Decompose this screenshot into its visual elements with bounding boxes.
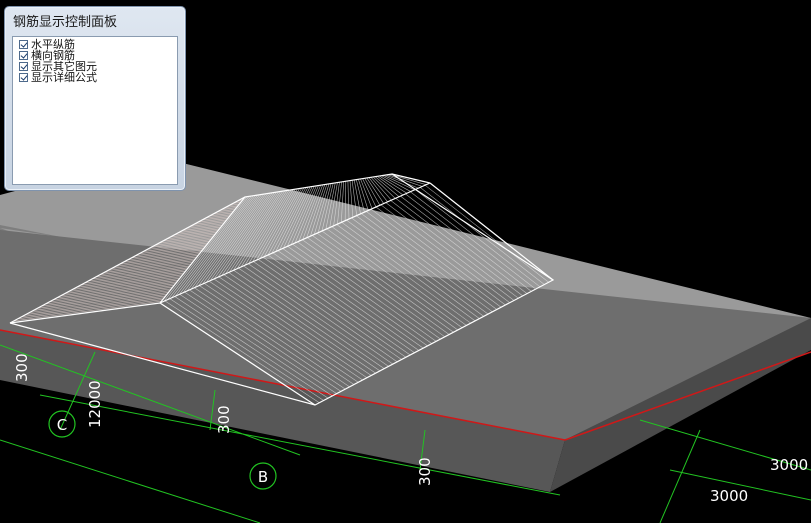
axis-label-c-group[interactable]: C xyxy=(48,410,76,438)
panel-title: 钢筋显示控制面板 xyxy=(13,15,118,30)
dimension-300-b: 300 xyxy=(215,405,233,434)
dimension-3000-right-top: 3000 xyxy=(770,456,808,474)
checkbox-horizontal-rebar[interactable] xyxy=(19,40,28,49)
dimension-12000: 12000 xyxy=(86,380,104,428)
checkbox-show-detailed-formula[interactable] xyxy=(19,73,28,82)
dimension-300-a: 300 xyxy=(13,353,31,382)
options-list: 水平纵筋 横向钢筋 显示其它图元 显示详细公式 xyxy=(12,36,178,185)
rebar-display-control-panel[interactable]: 钢筋显示控制面板 水平纵筋 横向钢筋 显示其它图元 显示详细公式 xyxy=(4,6,186,191)
axis-label-c: C xyxy=(57,416,67,434)
checkbox-show-other-elements[interactable] xyxy=(19,62,28,71)
option-label: 显示详细公式 xyxy=(31,71,97,84)
dimension-300-c: 300 xyxy=(416,457,434,486)
dimension-3000-right-bottom: 3000 xyxy=(710,487,748,505)
option-show-detailed-formula[interactable]: 显示详细公式 xyxy=(19,72,97,83)
axis-label-b-group[interactable]: B xyxy=(249,462,277,490)
checkbox-transverse-rebar[interactable] xyxy=(19,51,28,60)
axis-label-b: B xyxy=(258,468,268,486)
